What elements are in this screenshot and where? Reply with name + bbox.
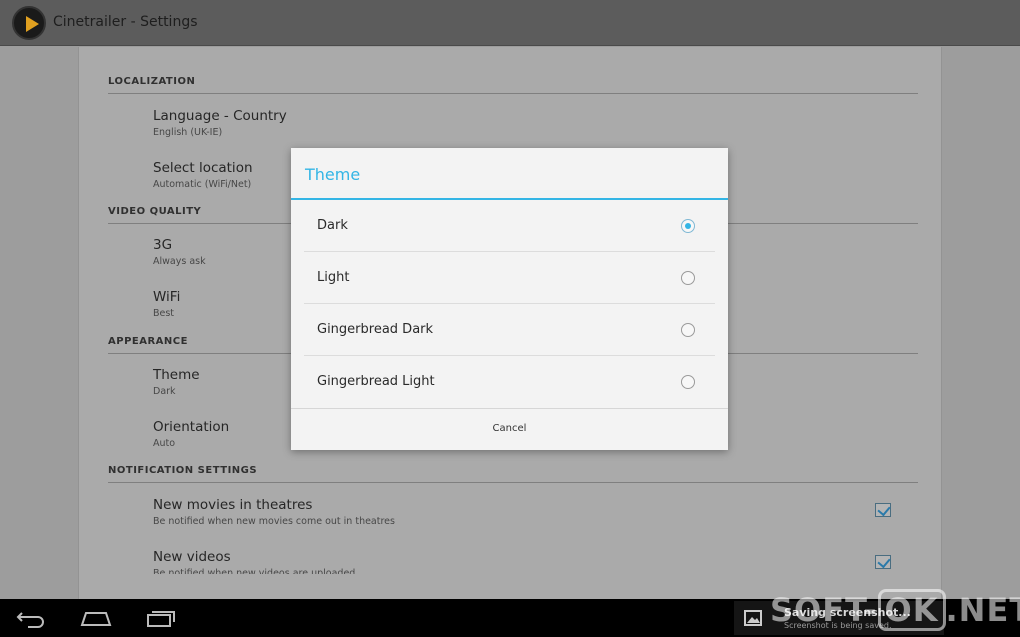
pref-orientation[interactable]: Orientation Auto [153,419,229,449]
pref-title: 3G [153,237,173,253]
pref-wifi[interactable]: WiFi Best [153,289,180,319]
watermark-ok: OK [877,589,946,631]
theme-option-gingerbread-light[interactable]: Gingerbread Light [304,356,715,408]
pref-title: Theme [153,367,200,383]
section-notification-settings: NOTIFICATION SETTINGS [108,465,918,483]
pref-3g[interactable]: 3G Always ask [153,237,206,267]
pref-title: WiFi [153,289,181,305]
dialog-title: Theme [305,165,361,184]
pref-summary: Dark [153,386,176,397]
new-videos-checkbox[interactable] [875,555,891,569]
pref-location[interactable]: Select location Automatic (WiFi/Net) [153,160,253,190]
pref-summary: Auto [153,438,176,449]
theme-dialog: Theme Dark Light Gingerbread Dark Ginger… [291,148,728,450]
pref-summary: Be notified when new movies come out in … [153,516,395,527]
pref-summary: Always ask [153,256,206,267]
app-title: Cinetrailer - Settings [53,14,198,30]
pref-title: New videos [153,549,231,565]
recent-apps-icon[interactable] [142,607,182,629]
cancel-button[interactable]: Cancel [291,408,728,450]
pref-new-movies[interactable]: New movies in theatres Be notified when … [153,497,395,527]
radio-selected-icon[interactable] [681,219,695,233]
option-label: Light [317,270,350,285]
pref-summary: Automatic (WiFi/Net) [153,179,252,190]
option-label: Gingerbread Dark [317,322,434,337]
pref-summary: Be notified when new videos are uploaded [153,568,356,574]
watermark-left: SOFT- [770,591,878,629]
pref-new-videos[interactable]: New videos Be notified when new videos a… [153,549,355,574]
pref-language[interactable]: Language - Country English (UK-IE) [153,108,287,138]
pref-title: Language - Country [153,108,287,124]
image-icon [744,610,762,626]
watermark: SOFT-OK.NET [770,589,1020,631]
option-label: Gingerbread Light [317,374,435,389]
section-localization: LOCALIZATION [108,76,918,94]
radio-unselected-icon[interactable] [681,271,695,285]
pref-title: Select location [153,160,253,176]
home-icon[interactable] [76,607,116,629]
cinetrailer-logo-icon[interactable] [12,6,46,40]
theme-option-dark[interactable]: Dark [304,200,715,252]
action-bar: Cinetrailer - Settings [0,0,1020,46]
pref-theme[interactable]: Theme Dark [153,367,200,397]
theme-option-light[interactable]: Light [304,252,715,304]
pref-title: Orientation [153,419,230,435]
radio-unselected-icon[interactable] [681,375,695,389]
theme-option-gingerbread-dark[interactable]: Gingerbread Dark [304,304,715,356]
pref-summary: Best [153,308,175,319]
back-icon[interactable] [14,607,54,629]
radio-unselected-icon[interactable] [681,323,695,337]
pref-summary: English (UK-IE) [153,127,223,138]
watermark-right: .NET [945,591,1020,629]
option-label: Dark [317,218,348,233]
pref-title: New movies in theatres [153,497,313,513]
new-movies-checkbox[interactable] [875,503,891,517]
